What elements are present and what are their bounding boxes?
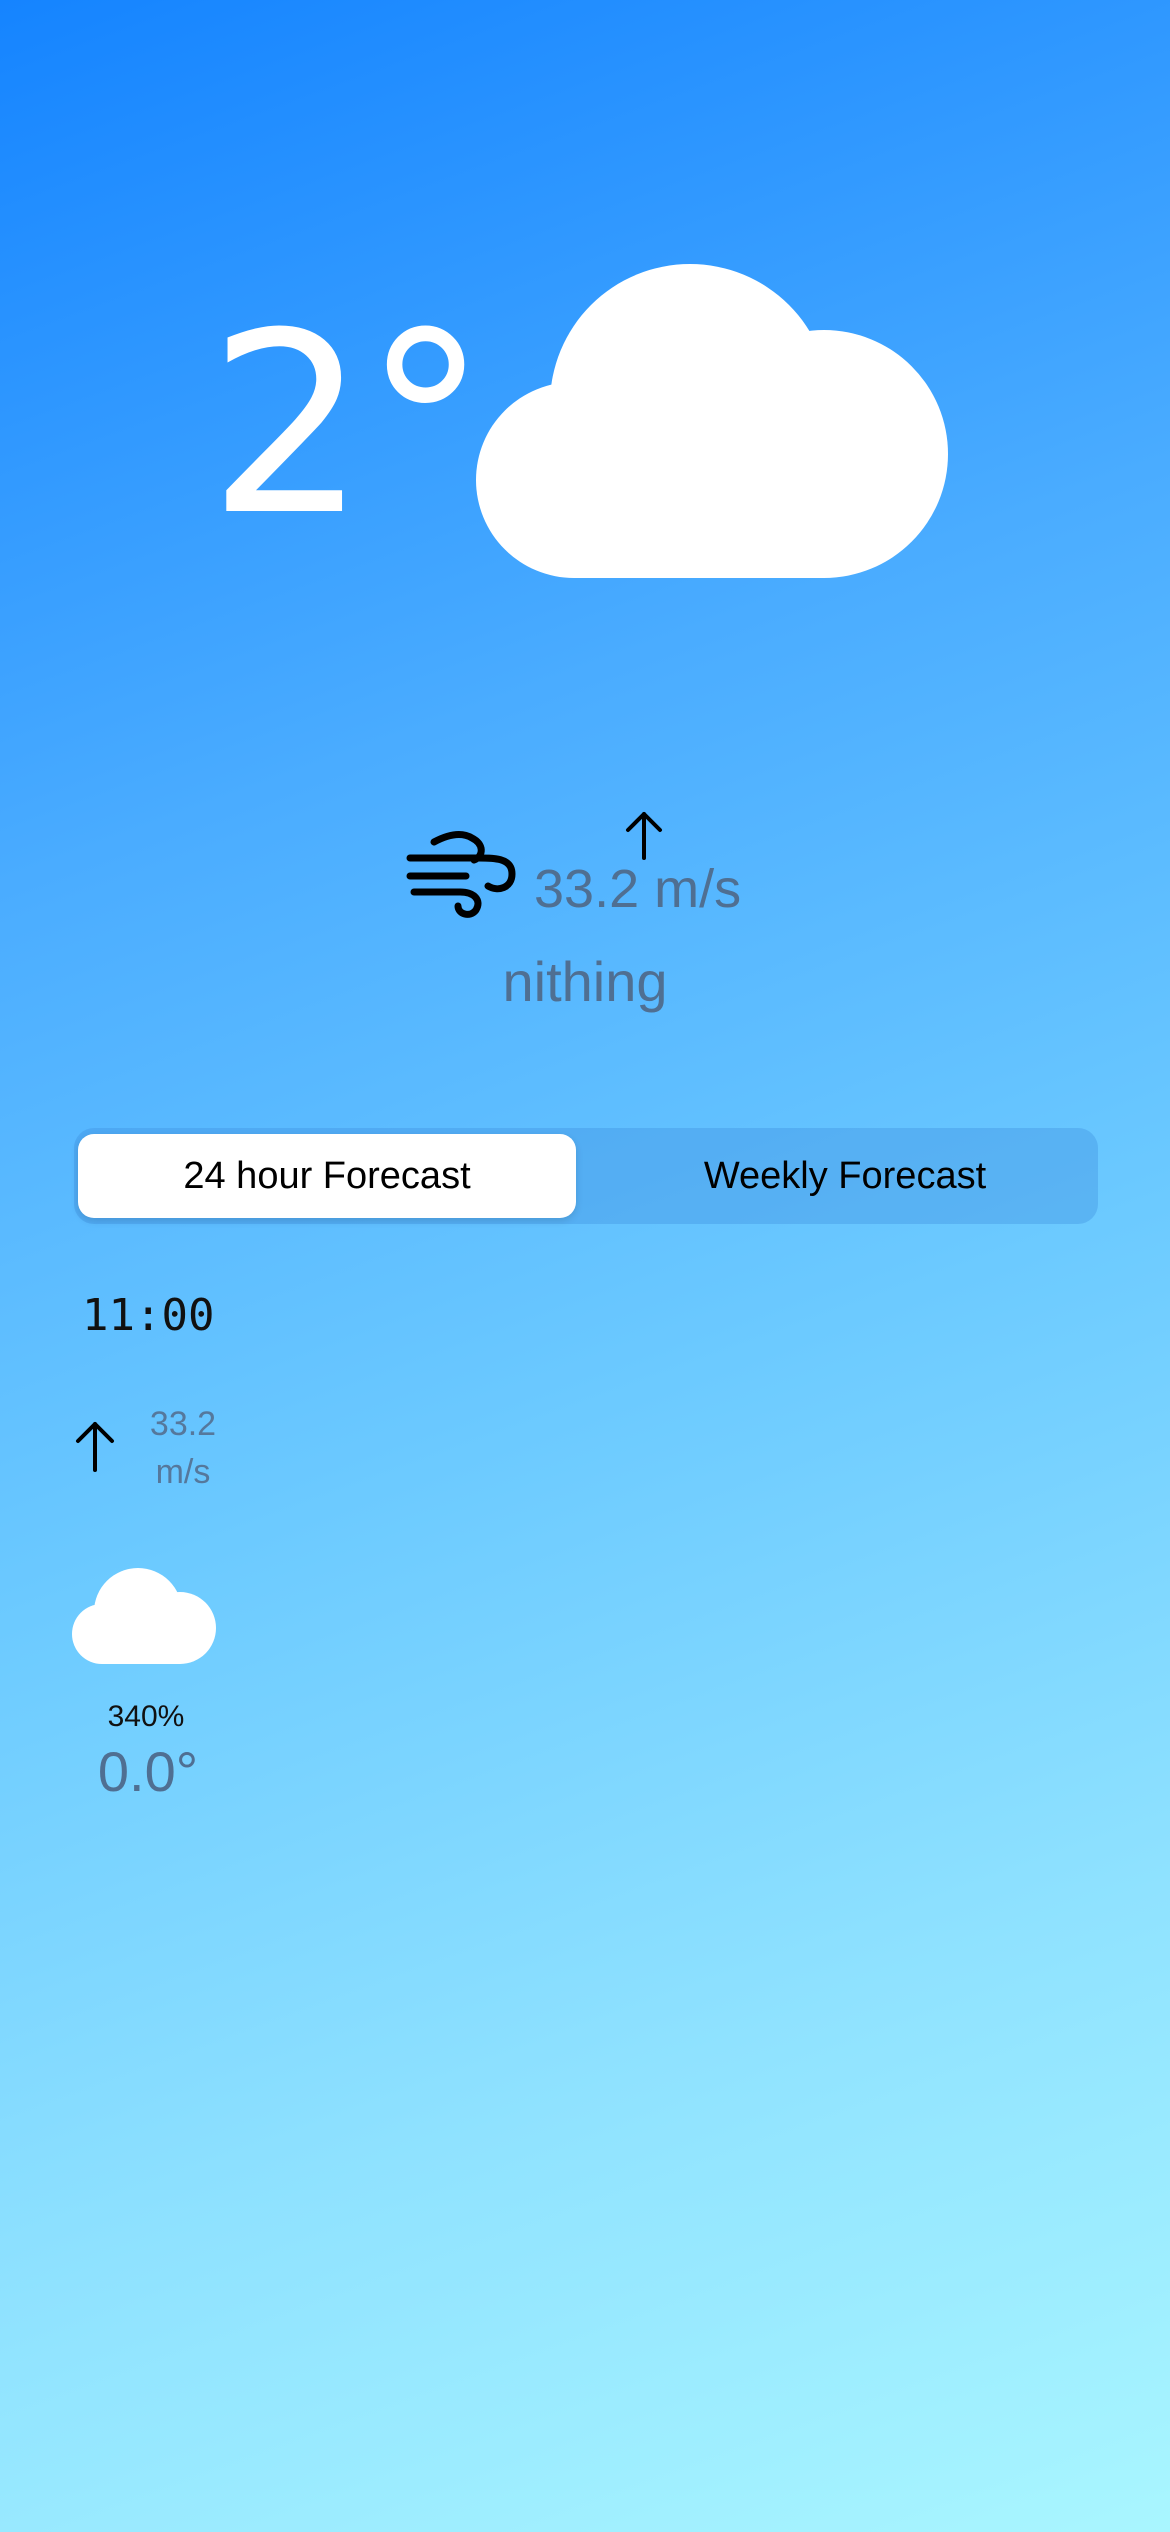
- hour-time: 11:00: [82, 1290, 215, 1341]
- wind-icon: [406, 831, 516, 918]
- arrow-up-icon: [76, 1422, 114, 1472]
- tab-weekly-forecast[interactable]: Weekly Forecast: [596, 1134, 1094, 1218]
- wind-speed: 33.2 m/s: [534, 859, 742, 919]
- weather-description: nithing: [502, 950, 668, 1013]
- hour-wind-speed: 33.2 m/s: [138, 1400, 228, 1496]
- hour-wind-speed-unit: m/s: [155, 1453, 211, 1491]
- cloud-icon: [72, 1568, 216, 1664]
- tab-24-hour-forecast[interactable]: 24 hour Forecast: [78, 1134, 576, 1218]
- arrow-up-icon: [626, 812, 662, 860]
- hour-wind-speed-value: 33.2: [149, 1405, 217, 1443]
- hour-temperature: 0.0°: [97, 1740, 199, 1803]
- current-temperature: 2°: [208, 279, 488, 570]
- weather-screen: 2° 33.2 m/s nithing 24 hour Forecast Wee…: [0, 0, 1170, 2532]
- forecast-segmented-control: 24 hour Forecast Weekly Forecast: [74, 1128, 1098, 1224]
- hour-precipitation: 340%: [107, 1700, 185, 1733]
- cloud-icon: [476, 264, 948, 578]
